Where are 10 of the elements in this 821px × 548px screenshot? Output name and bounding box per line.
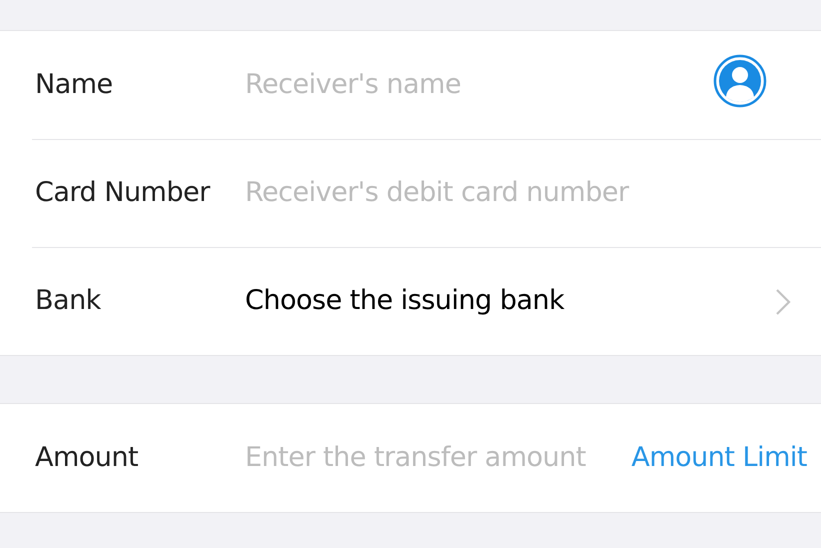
bank-selector[interactable]: Choose the issuing bank (245, 281, 775, 322)
input-field[interactable]: Receiver's debit card number (245, 173, 805, 214)
contact-icon[interactable] (713, 54, 767, 108)
input-field[interactable]: Receiver's name (245, 64, 713, 106)
chevron-right-icon (775, 288, 791, 316)
field-label: Amount (34, 440, 140, 475)
field-label: Card Number (34, 176, 212, 210)
field-label: Name (34, 68, 114, 102)
input-field[interactable]: Enter the transfer amount (245, 438, 632, 478)
field-label: Bank (34, 284, 102, 318)
